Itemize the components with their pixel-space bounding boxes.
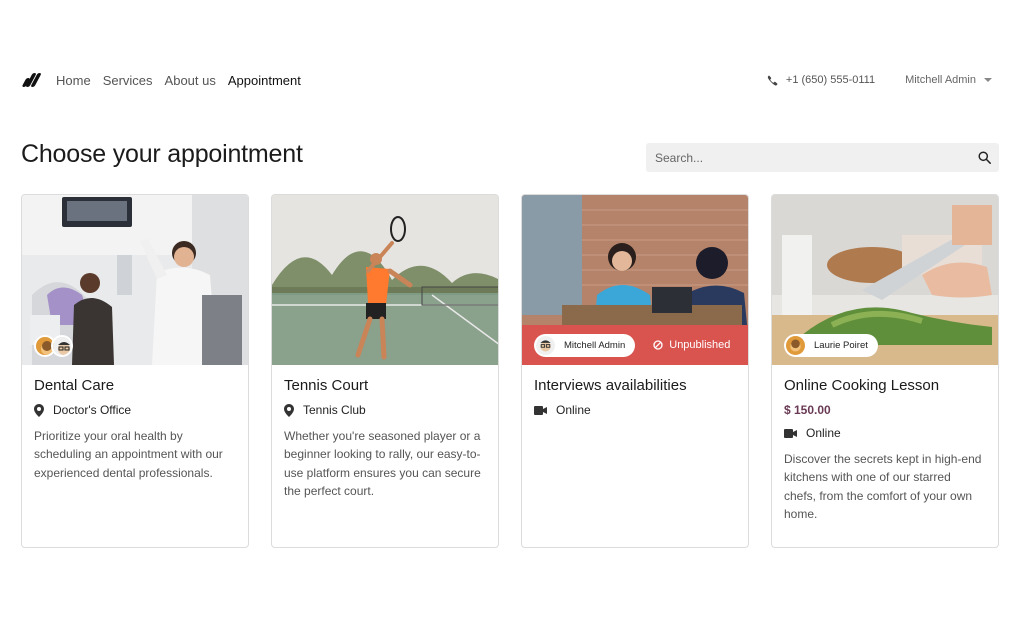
staff-avatars	[34, 335, 73, 357]
host-name: Laurie Poiret	[814, 340, 868, 351]
host-badge: Mitchell Admin	[534, 333, 636, 357]
host-badge: Laurie Poiret	[784, 334, 878, 357]
video-camera-icon	[534, 405, 547, 415]
location-label: Online	[806, 426, 841, 440]
appointment-card-tennis-court[interactable]: Tennis Court Tennis Club Whether you're …	[271, 194, 499, 548]
ban-icon	[653, 340, 663, 350]
video-camera-icon	[784, 428, 797, 438]
status-label: Unpublished	[669, 339, 731, 351]
card-price: $ 150.00	[784, 403, 831, 417]
interviews-image: Mitchell Admin Unpublished	[522, 195, 748, 365]
map-marker-icon	[34, 403, 44, 417]
card-location: Tennis Club	[284, 403, 486, 417]
phone-icon	[767, 75, 778, 86]
avatar	[786, 336, 805, 355]
search-button[interactable]	[969, 151, 999, 164]
appointment-card-interviews[interactable]: Mitchell Admin Unpublished Interviews av…	[521, 194, 749, 548]
card-location: Online	[534, 403, 736, 417]
navbar: Home Services About us Appointment +1 (6…	[21, 66, 1002, 94]
nav-link-appointment[interactable]: Appointment	[228, 73, 301, 88]
page-title: Choose your appointment	[21, 140, 303, 168]
host-name: Mitchell Admin	[564, 339, 626, 351]
card-title: Dental Care	[34, 377, 115, 394]
nav-link-home[interactable]: Home	[56, 73, 91, 88]
phone-number: +1 (650) 555-0111	[785, 74, 876, 86]
user-menu[interactable]: Mitchell Admin	[905, 74, 992, 86]
appointment-list: Dental Care Doctor's Office Prioritize y…	[21, 194, 1000, 548]
phone-link[interactable]: +1 (650) 555-0111	[767, 74, 875, 86]
user-name: Mitchell Admin	[905, 74, 976, 86]
logo-icon[interactable]	[21, 73, 42, 87]
search-input[interactable]	[646, 150, 969, 165]
avatar	[51, 335, 73, 357]
card-location: Online	[784, 426, 986, 440]
nav-link-services[interactable]: Services	[103, 73, 153, 88]
search-icon	[977, 151, 991, 164]
map-marker-icon	[284, 403, 294, 417]
chevron-down-icon	[984, 78, 992, 82]
card-title: Online Cooking Lesson	[784, 377, 940, 394]
unpublished-banner: Mitchell Admin Unpublished	[522, 325, 748, 365]
status-badge: Unpublished	[653, 339, 730, 351]
card-location: Doctor's Office	[34, 403, 236, 417]
host-badge-container: Laurie Poiret	[784, 334, 878, 357]
location-label: Tennis Club	[303, 403, 366, 417]
location-label: Online	[556, 403, 591, 417]
avatar	[536, 335, 555, 355]
cooking-lesson-image: Laurie Poiret	[772, 195, 998, 365]
card-title: Tennis Court	[284, 377, 369, 394]
appointment-card-online-cooking-lesson[interactable]: Laurie Poiret Online Cooking Lesson $ 15…	[771, 194, 999, 548]
nav-right: +1 (650) 555-0111 Mitchell Admin	[767, 74, 1002, 86]
search-bar	[646, 143, 999, 172]
dental-care-image	[22, 195, 248, 365]
card-description: Prioritize your oral health by schedulin…	[34, 429, 223, 480]
tennis-court-image	[272, 195, 498, 365]
card-description: Discover the secrets kept in high-end ki…	[784, 452, 982, 521]
card-title: Interviews availabilities	[534, 377, 687, 394]
card-description: Whether you're seasoned player or a begi…	[284, 429, 481, 498]
nav-link-about-us[interactable]: About us	[165, 73, 216, 88]
nav-links: Home Services About us Appointment	[56, 73, 301, 88]
location-label: Doctor's Office	[53, 403, 132, 417]
appointment-card-dental-care[interactable]: Dental Care Doctor's Office Prioritize y…	[21, 194, 249, 548]
